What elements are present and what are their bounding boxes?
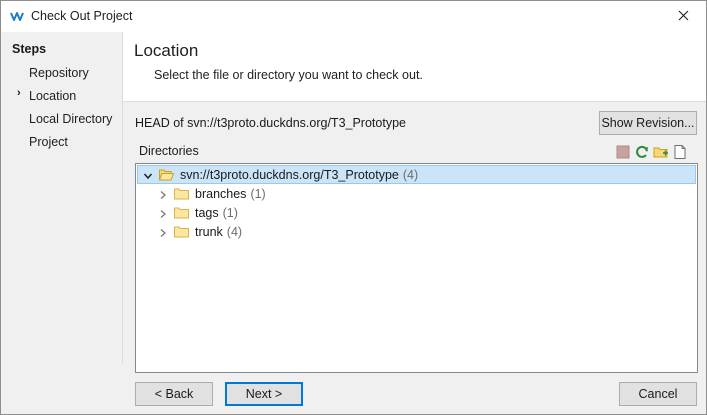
title-bar: Check Out Project	[1, 1, 706, 32]
step-project: Project	[29, 135, 68, 149]
refresh-icon[interactable]	[634, 144, 650, 160]
folder-icon	[174, 207, 189, 219]
tree-row-trunk[interactable]: trunk (4)	[158, 222, 242, 241]
steps-title: Steps	[12, 42, 47, 56]
head-revision-label: HEAD of svn://t3proto.duckdns.org/T3_Pro…	[135, 116, 406, 130]
folder-icon	[174, 188, 189, 200]
step-repository: Repository	[29, 66, 89, 80]
current-step-chevron-icon: ›	[17, 87, 21, 99]
tree-toolbar	[615, 144, 688, 160]
step-local-directory: Local Directory	[29, 112, 113, 126]
tree-root-label: svn://t3proto.duckdns.org/T3_Prototype	[180, 167, 399, 182]
steps-sidebar: Steps › Repository Location Local Direct…	[1, 32, 123, 364]
tree-item-label: tags	[195, 205, 219, 220]
svn-logo-icon	[10, 10, 24, 23]
stop-icon[interactable]	[615, 144, 631, 160]
cancel-button[interactable]: Cancel	[619, 382, 697, 406]
chevron-down-icon[interactable]	[143, 170, 153, 180]
chevron-right-icon[interactable]	[158, 189, 168, 199]
chevron-right-icon[interactable]	[158, 208, 168, 218]
chevron-right-icon[interactable]	[158, 227, 168, 237]
tree-item-label: trunk	[195, 224, 223, 239]
tree-item-label: branches	[195, 186, 247, 201]
back-button[interactable]: < Back	[135, 382, 213, 406]
page-header: Location Select the file or directory yo…	[123, 32, 706, 102]
new-file-icon[interactable]	[672, 144, 688, 160]
tree-row-root[interactable]: svn://t3proto.duckdns.org/T3_Prototype (…	[137, 165, 696, 184]
check-out-project-dialog: Check Out Project Steps › Repository Loc…	[0, 0, 707, 415]
tree-item-count: (4)	[226, 224, 243, 239]
folder-open-icon	[158, 169, 175, 181]
close-button[interactable]	[660, 1, 706, 32]
close-icon	[678, 10, 689, 24]
page-description: Select the file or directory you want to…	[154, 68, 423, 82]
page-title: Location	[134, 41, 199, 60]
window-title: Check Out Project	[31, 9, 133, 23]
tree-item-count: (1)	[222, 205, 238, 220]
directories-tree[interactable]: svn://t3proto.duckdns.org/T3_Prototype (…	[135, 163, 698, 373]
tree-item-count: (1)	[250, 186, 266, 201]
show-revision-button[interactable]: Show Revision...	[599, 111, 697, 135]
step-location: Location	[29, 89, 77, 103]
folder-icon	[174, 226, 189, 238]
tree-row-branches[interactable]: branches (1)	[158, 184, 266, 203]
next-button[interactable]: Next >	[225, 382, 303, 406]
directories-label: Directories	[139, 144, 199, 158]
tree-row-tags[interactable]: tags (1)	[158, 203, 238, 222]
new-folder-icon[interactable]	[653, 144, 669, 160]
tree-root-count: (4)	[402, 167, 419, 182]
